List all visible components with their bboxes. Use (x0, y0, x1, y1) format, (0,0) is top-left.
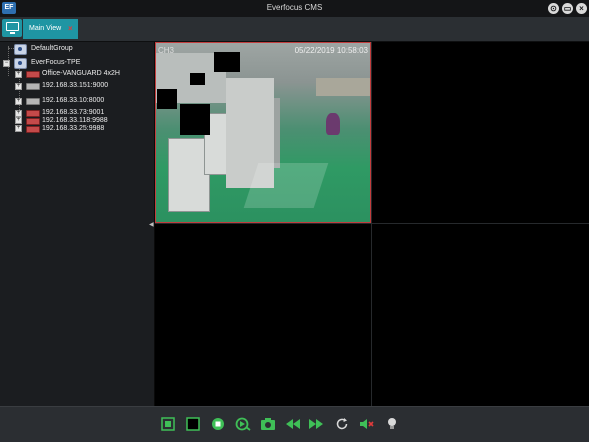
tree-item-label: EverFocus-TPE (31, 59, 81, 66)
device-label: 192.168.33.73:9001 (42, 109, 105, 116)
expand-icon[interactable]: + (15, 98, 22, 105)
stop-icon[interactable] (210, 416, 226, 432)
app-title: Everfocus CMS (266, 3, 323, 12)
dvr-red-icon (26, 118, 40, 125)
dvr-red-icon (26, 110, 40, 117)
expand-icon[interactable]: + (15, 83, 22, 90)
mute-icon[interactable] (359, 416, 375, 432)
tab-close-icon[interactable]: × (68, 24, 73, 33)
group-icon (14, 44, 27, 55)
minimize-icon[interactable]: ▭ (562, 3, 573, 14)
device-label: Office-VANGUARD 4x2H (42, 70, 120, 77)
tab-main-view[interactable]: Main View × (23, 19, 78, 39)
expand-icon[interactable]: + (15, 125, 22, 132)
playback-toolbar (0, 406, 589, 442)
dvr-grey-icon (26, 83, 40, 90)
privacy-mask (190, 73, 205, 85)
camera-view-ch3[interactable]: CH3 05/22/2019 10:58:03 (155, 42, 371, 223)
camera-timestamp: 05/22/2019 10:58:03 (294, 46, 368, 55)
fast-forward-icon[interactable] (308, 416, 324, 432)
privacy-mask (157, 89, 177, 109)
collapse-sidebar-icon[interactable]: ◀ (149, 221, 154, 228)
tab-label: Main View (29, 25, 62, 32)
device-label: 192.168.33.151:9000 (42, 82, 109, 89)
dvr-red-icon (26, 71, 40, 78)
dvr-red-icon (26, 126, 40, 133)
expand-icon[interactable]: + (15, 71, 22, 78)
title-bar: EF Everfocus CMS ⊙ ▭ × (0, 0, 589, 18)
snapshot-icon[interactable] (260, 416, 276, 432)
device-label: 192.168.33.10:8000 (42, 97, 105, 104)
fullscreen-icon[interactable] (160, 416, 176, 432)
refresh-icon[interactable] (334, 416, 350, 432)
rewind-icon[interactable] (285, 416, 301, 432)
single-view-icon[interactable] (185, 416, 201, 432)
collapse-icon[interactable]: − (3, 60, 10, 67)
monitor-icon[interactable] (2, 19, 22, 37)
close-icon[interactable]: × (576, 3, 587, 14)
device-label: 192.168.33.118:9988 (42, 117, 108, 124)
tab-bar: Main View × (0, 17, 589, 42)
expand-icon[interactable]: + (15, 117, 22, 124)
expand-icon[interactable]: + (15, 110, 22, 117)
light-icon[interactable] (384, 416, 400, 432)
device-label: 192.168.33.25:9988 (42, 125, 105, 132)
device-tree: DefaultGroup − EverFocus-TPE + Office-VA… (0, 42, 155, 406)
lock-icon[interactable]: ⊙ (548, 3, 559, 14)
dvr-grey-icon (26, 98, 40, 105)
privacy-mask (214, 52, 240, 72)
privacy-mask (180, 104, 210, 135)
playback-icon[interactable] (235, 416, 251, 432)
video-grid: CH3 05/22/2019 10:58:03 (155, 42, 589, 406)
tree-item-label: DefaultGroup (31, 45, 73, 52)
site-icon (14, 58, 27, 69)
channel-label: CH3 (158, 46, 175, 55)
